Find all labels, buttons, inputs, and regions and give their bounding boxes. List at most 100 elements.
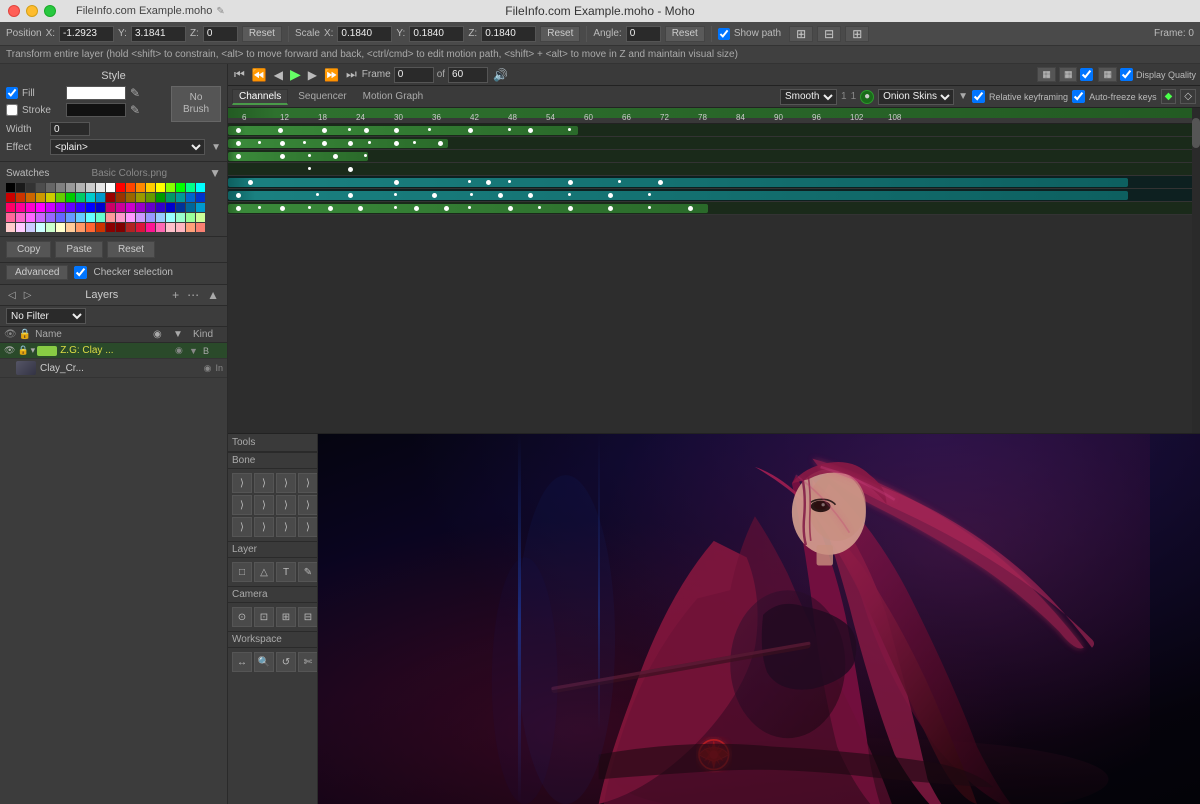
advanced-button[interactable]: Advanced: [6, 265, 68, 280]
swatch-cell[interactable]: [106, 213, 115, 222]
swatch-cell[interactable]: [156, 223, 165, 232]
swatch-cell[interactable]: [106, 203, 115, 212]
layer-arr-icon[interactable]: ▼: [189, 346, 203, 356]
filter-select[interactable]: No Filter: [6, 308, 86, 324]
layer-vis2-icon[interactable]: ◉: [175, 345, 189, 356]
swatch-cell[interactable]: [176, 203, 185, 212]
brush-box[interactable]: NoBrush: [171, 86, 221, 122]
swatch-cell[interactable]: [66, 193, 75, 202]
swatch-cell[interactable]: [126, 203, 135, 212]
onion-skins-select[interactable]: Onion Skins: [878, 89, 954, 105]
layer-tool-2[interactable]: △: [254, 562, 274, 582]
layers-menu-icon[interactable]: ⋯: [185, 288, 201, 302]
swatch-cell[interactable]: [36, 183, 45, 192]
ws-tool-4[interactable]: ✄: [298, 652, 318, 672]
swatch-cell[interactable]: [166, 183, 175, 192]
camera-tool-2[interactable]: ⊡: [254, 607, 274, 627]
viewport-area[interactable]: [318, 434, 1200, 804]
swatch-cell[interactable]: [136, 193, 145, 202]
swatch-cell[interactable]: [26, 183, 35, 192]
swatch-cell[interactable]: [56, 203, 65, 212]
swatch-cell[interactable]: [6, 223, 15, 232]
swatch-cell[interactable]: [46, 203, 55, 212]
swatch-cell[interactable]: [56, 213, 65, 222]
swatch-cell[interactable]: [116, 203, 125, 212]
bone-tool-6[interactable]: ⟩: [254, 495, 274, 515]
fps-grid-icon2[interactable]: ▦: [1059, 67, 1078, 82]
camera-tool-1[interactable]: ⊙: [232, 607, 252, 627]
swatch-cell[interactable]: [66, 213, 75, 222]
bone-tool-7[interactable]: ⟩: [276, 495, 296, 515]
swatch-cell[interactable]: [196, 183, 205, 192]
stroke-color-swatch[interactable]: [66, 103, 126, 117]
smooth-select[interactable]: Smooth: [780, 89, 837, 105]
layer-expand-icon[interactable]: ▾: [31, 345, 36, 356]
onion-toggle[interactable]: ●: [860, 90, 874, 104]
swatch-cell[interactable]: [146, 213, 155, 222]
swatch-cell[interactable]: [126, 223, 135, 232]
swatch-cell[interactable]: [66, 223, 75, 232]
sy-input[interactable]: [409, 26, 464, 42]
swatch-cell[interactable]: [46, 213, 55, 222]
z-input[interactable]: [203, 26, 238, 42]
swatch-cell[interactable]: [16, 223, 25, 232]
swatch-cell[interactable]: [96, 193, 105, 202]
ws-tool-1[interactable]: ↔: [232, 652, 252, 672]
bone-tool-10[interactable]: ⟩: [254, 517, 274, 537]
swatch-cell[interactable]: [16, 213, 25, 222]
camera-tool-3[interactable]: ⊞: [276, 607, 296, 627]
bone-tool-11[interactable]: ⟩: [276, 517, 296, 537]
bone-tool-1[interactable]: ⟩: [232, 473, 252, 493]
checker-checkbox[interactable]: [74, 266, 87, 279]
swatch-cell[interactable]: [176, 213, 185, 222]
path-icon3[interactable]: ⊞: [845, 26, 869, 42]
swatch-cell[interactable]: [36, 223, 45, 232]
swatch-cell[interactable]: [36, 203, 45, 212]
swatch-cell[interactable]: [86, 203, 95, 212]
swatch-cell[interactable]: [176, 183, 185, 192]
swatch-cell[interactable]: [196, 203, 205, 212]
swatch-cell[interactable]: [76, 203, 85, 212]
layers-prev-icon[interactable]: ◁: [6, 290, 18, 301]
track-row-1[interactable]: [228, 124, 1192, 137]
swatch-cell[interactable]: [156, 193, 165, 202]
display-icon3[interactable]: ▦: [1098, 67, 1117, 82]
frame-current-input[interactable]: [394, 67, 434, 83]
reset3-button[interactable]: Reset: [665, 26, 705, 42]
reset-button[interactable]: Reset: [107, 241, 155, 258]
swatch-cell[interactable]: [166, 203, 175, 212]
track-row-4[interactable]: [228, 163, 1192, 176]
swatch-cell[interactable]: [146, 203, 155, 212]
timeline-scrollbar-thumb[interactable]: [1192, 118, 1200, 148]
swatch-cell[interactable]: [26, 223, 35, 232]
swatch-cell[interactable]: [186, 203, 195, 212]
swatch-cell[interactable]: [106, 183, 115, 192]
effect-select[interactable]: <plain>: [50, 139, 205, 155]
swatch-cell[interactable]: [116, 223, 125, 232]
close-button[interactable]: [8, 5, 20, 17]
sx-input[interactable]: [337, 26, 392, 42]
swatch-cell[interactable]: [16, 193, 25, 202]
swatch-cell[interactable]: [126, 193, 135, 202]
layer-row-clay[interactable]: 👁 🔒 ▾ Z.G: Clay ... ◉ ▼ B: [0, 343, 227, 359]
pb-skipend[interactable]: ⏭: [344, 67, 359, 82]
ws-tool-2[interactable]: 🔍: [254, 652, 274, 672]
swatch-cell[interactable]: [86, 183, 95, 192]
path-icon1[interactable]: ⊞: [789, 26, 813, 42]
swatch-cell[interactable]: [156, 213, 165, 222]
path-icon2[interactable]: ⊟: [817, 26, 841, 42]
tab-motiongraph[interactable]: Motion Graph: [357, 90, 430, 103]
pb-play[interactable]: ▶: [288, 66, 303, 83]
width-input[interactable]: [50, 122, 90, 136]
stroke-checkbox[interactable]: [6, 104, 18, 116]
swatch-cell[interactable]: [116, 193, 125, 202]
swatch-cell[interactable]: [126, 213, 135, 222]
minimize-button[interactable]: [26, 5, 38, 17]
swatch-cell[interactable]: [96, 223, 105, 232]
swatch-cell[interactable]: [166, 213, 175, 222]
reset2-button[interactable]: Reset: [540, 26, 580, 42]
swatch-cell[interactable]: [156, 203, 165, 212]
onion-nav-icon[interactable]: ▼: [958, 91, 968, 102]
display-checkbox[interactable]: [1080, 68, 1093, 81]
swatch-cell[interactable]: [6, 213, 15, 222]
